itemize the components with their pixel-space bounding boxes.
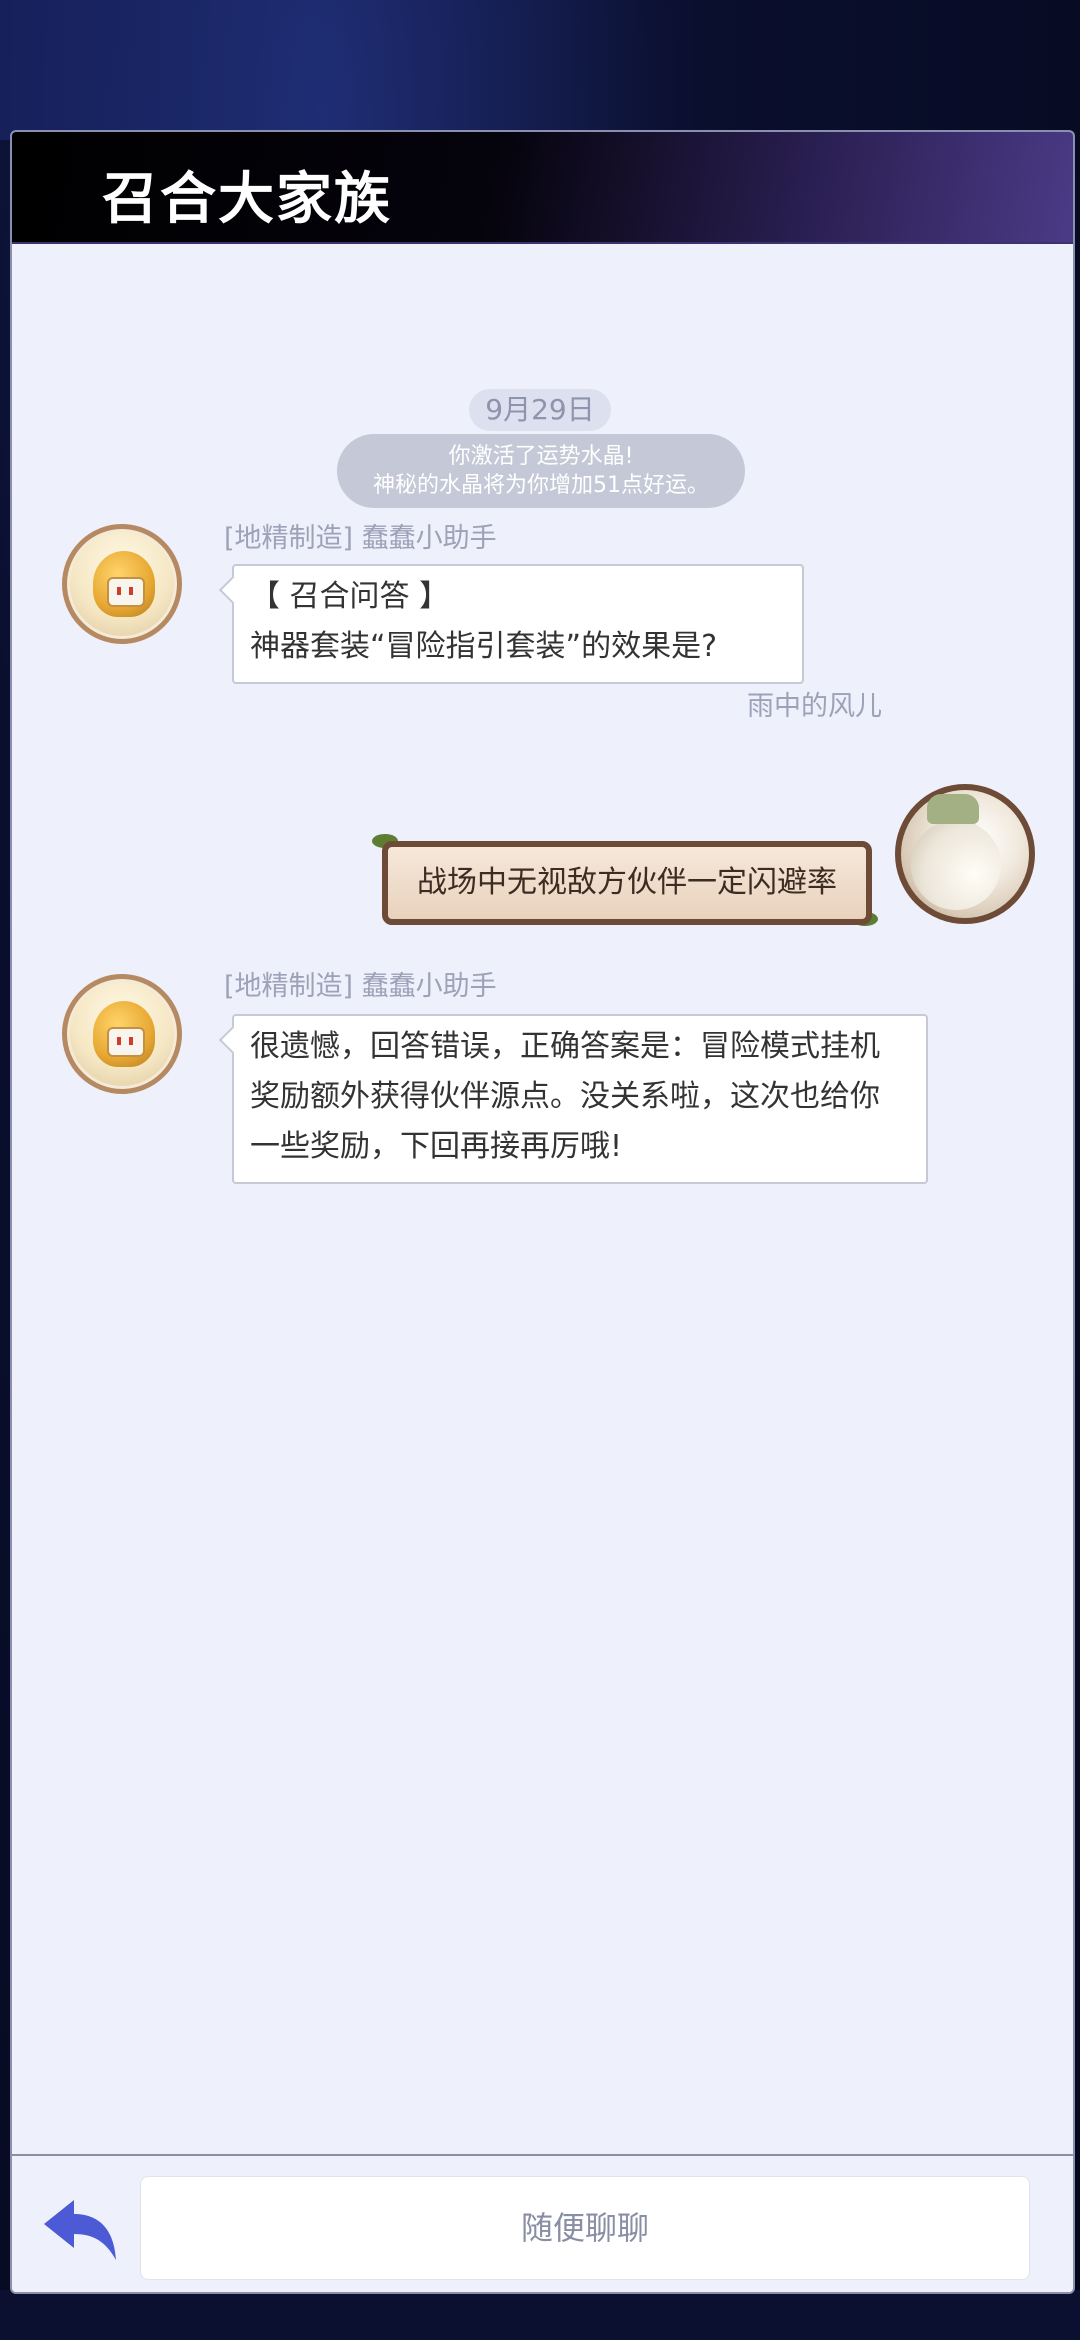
bubble-tail xyxy=(218,575,248,605)
message-line: 奖励额外获得伙伴源点。没关系啦，这次也给你 xyxy=(250,1079,880,1114)
message-line: 一些奖励，下回再接再厉哦! xyxy=(250,1129,623,1164)
robot-eye xyxy=(117,587,121,595)
robot-eye xyxy=(129,1037,133,1045)
message-line: 很遗憾，回答错误，正确答案是：冒险模式挂机 xyxy=(250,1029,880,1064)
user-name: 雨中的风儿 xyxy=(747,691,882,722)
robot-eye xyxy=(117,1037,121,1045)
message-bubble[interactable]: 【 召合问答 】 神器套装“冒险指引套装”的效果是? xyxy=(218,564,804,684)
system-message: 你激活了运势水晶! 神秘的水晶将为你增加51点好运。 xyxy=(337,434,745,508)
robot-face xyxy=(107,1027,145,1057)
chat-window: 召合大家族 9月29日 你激活了运势水晶! 神秘的水晶将为你增加51点好运。 [… xyxy=(10,130,1075,2294)
robot-body xyxy=(93,551,155,617)
chat-input[interactable]: 随便聊聊 xyxy=(140,2176,1030,2280)
sender-name: [地精制造] 蠢蠢小助手 xyxy=(224,971,497,1002)
robot-body xyxy=(93,1001,155,1067)
anime-girl-avatar-icon[interactable] xyxy=(895,784,1035,924)
user-message-bubble[interactable]: 战场中无视敌方伙伴一定闪避率 xyxy=(382,841,872,925)
back-arrow-icon[interactable] xyxy=(40,2196,120,2266)
background-bottom xyxy=(0,2290,1080,2340)
bubble-tail xyxy=(218,1025,248,1055)
robot-face xyxy=(107,577,145,607)
robot-eye xyxy=(129,587,133,595)
chat-header: 召合大家族 xyxy=(12,132,1073,244)
message-line: 【 召合问答 】 xyxy=(250,579,450,614)
chat-footer: 随便聊聊 xyxy=(12,2154,1073,2292)
system-message-line: 神秘的水晶将为你增加51点好运。 xyxy=(373,473,709,498)
system-message-line: 你激活了运势水晶! xyxy=(448,444,634,469)
goblin-robot-avatar-icon[interactable] xyxy=(62,974,182,1094)
avatar-hat xyxy=(927,794,979,824)
chat-title: 召合大家族 xyxy=(102,166,392,232)
message-list[interactable]: 9月29日 你激活了运势水晶! 神秘的水晶将为你增加51点好运。 [地精制造] … xyxy=(12,244,1073,2154)
goblin-robot-avatar-icon[interactable] xyxy=(62,524,182,644)
message-bubble[interactable]: 很遗憾，回答错误，正确答案是：冒险模式挂机 奖励额外获得伙伴源点。没关系啦，这次… xyxy=(218,1014,928,1184)
sender-name: [地精制造] 蠢蠢小助手 xyxy=(224,523,497,554)
avatar-hair xyxy=(911,820,1001,910)
date-separator: 9月29日 xyxy=(469,389,611,431)
background-glow xyxy=(0,0,1080,140)
message-line: 神器套装“冒险指引套装”的效果是? xyxy=(250,629,718,664)
